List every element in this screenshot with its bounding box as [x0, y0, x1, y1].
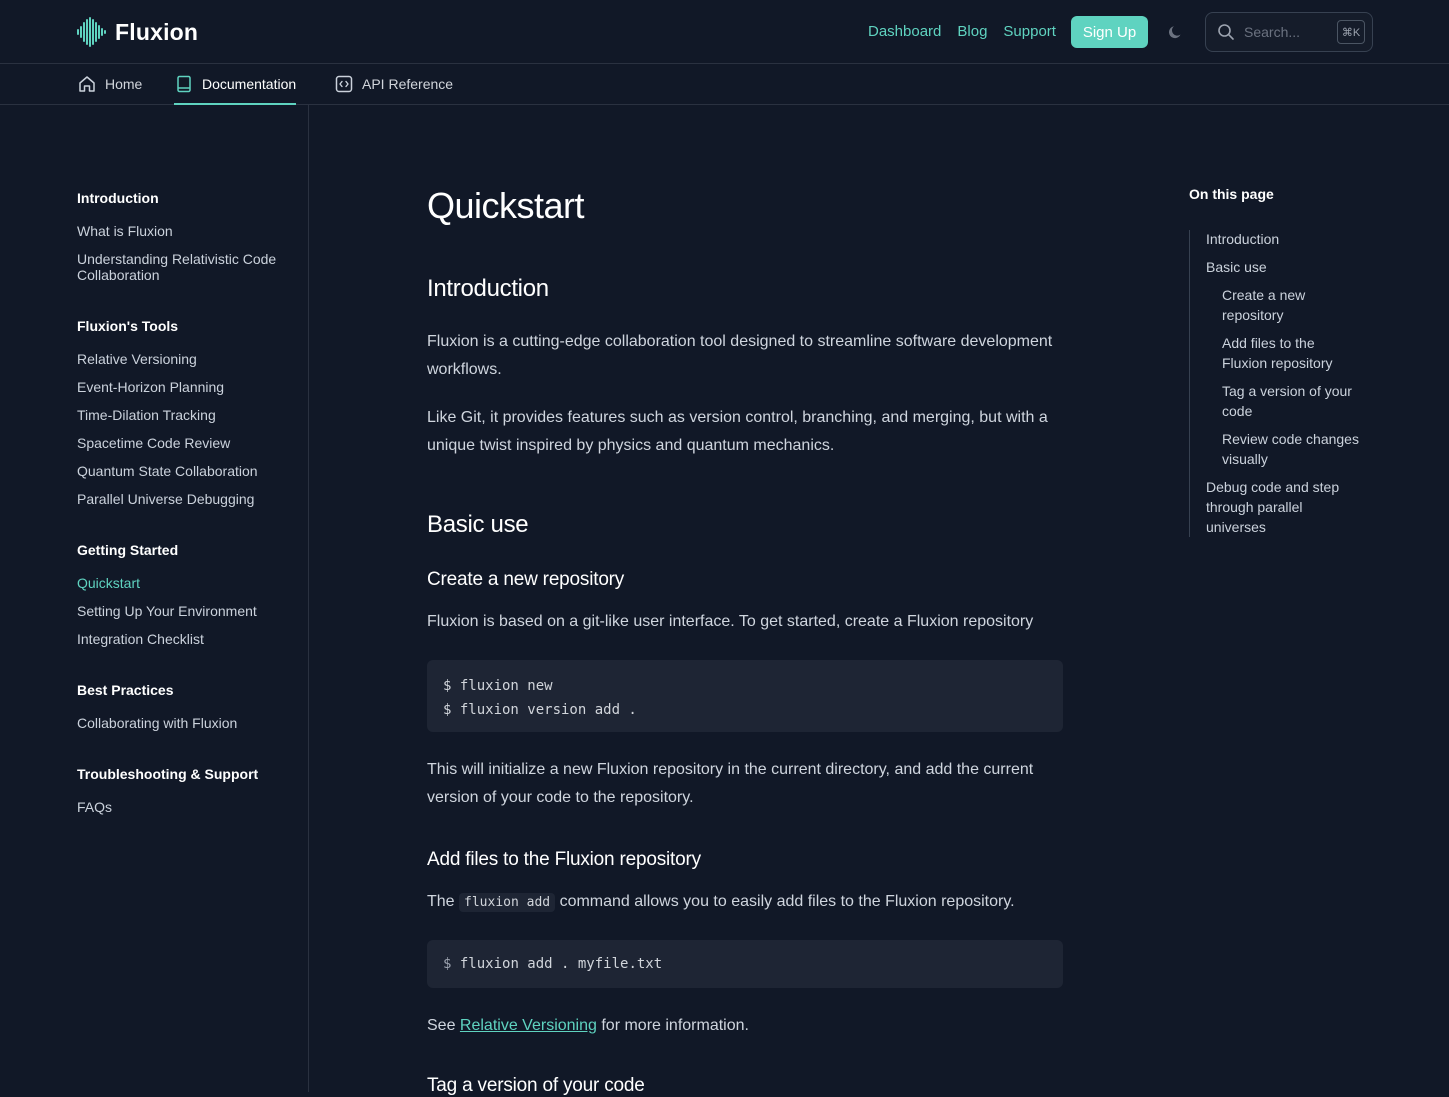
intro-paragraph-1: Fluxion is a cutting-edge collaboration …: [427, 333, 1053, 378]
sign-up-button[interactable]: Sign Up: [1071, 16, 1148, 48]
brand-logo[interactable]: Fluxion: [77, 17, 198, 47]
sidebar-item-understanding-relativistic[interactable]: Understanding Relativistic Code Collabor…: [77, 251, 297, 283]
relative-versioning-link[interactable]: Relative Versioning: [460, 1017, 597, 1034]
sidebar-item-integration-checklist[interactable]: Integration Checklist: [77, 631, 297, 647]
create-paragraph: Fluxion is based on a git-like user inte…: [427, 613, 1034, 630]
home-icon: [79, 76, 95, 92]
heading-create-repository: Create a new repository: [427, 569, 625, 590]
code-icon: [335, 75, 353, 93]
sidebar-item-setting-up-environment[interactable]: Setting Up Your Environment: [77, 603, 297, 619]
sidebar-item-relative-versioning[interactable]: Relative Versioning: [77, 351, 297, 367]
moon-icon: [1168, 26, 1181, 39]
nav-support-link[interactable]: Support: [1003, 22, 1056, 42]
sidebar-item-parallel-universe-debugging[interactable]: Parallel Universe Debugging: [77, 491, 297, 507]
tab-documentation[interactable]: Documentation: [174, 64, 297, 105]
sidebar-item-quickstart[interactable]: Quickstart: [77, 575, 297, 591]
search-placeholder: Search...: [1244, 24, 1301, 40]
section-tabs: Home Documentation API Reference: [0, 64, 1449, 105]
toc-item-tag-version[interactable]: Tag a version of your code: [1222, 381, 1367, 421]
sidebar-item-collaborating-with-fluxion[interactable]: Collaborating with Fluxion: [77, 715, 297, 731]
tab-api-reference-label: API Reference: [362, 76, 454, 92]
sidebar-section-title: Fluxion's Tools: [77, 318, 179, 334]
nav-dashboard-link[interactable]: Dashboard: [868, 22, 941, 42]
sidebar-section-title: Introduction: [77, 190, 159, 206]
add-text-before: The: [427, 893, 455, 910]
add-paragraph: The fluxion add command allows you to ea…: [427, 888, 1067, 917]
add-text-after: command allows you to easily add files t…: [559, 893, 1015, 910]
sidebar-item-what-is-fluxion[interactable]: What is Fluxion: [77, 223, 297, 239]
sidebar-item-quantum-state-collaboration[interactable]: Quantum State Collaboration: [77, 463, 297, 479]
heading-add-files: Add files to the Fluxion repository: [427, 849, 701, 870]
sidebar-item-event-horizon-planning[interactable]: Event-Horizon Planning: [77, 379, 297, 395]
toc-item-add-files[interactable]: Add files to the Fluxion repository: [1222, 333, 1352, 373]
code-prompt: $: [443, 956, 452, 972]
top-nav: Dashboard Blog Support: [868, 22, 1056, 42]
brand-name: Fluxion: [115, 18, 199, 45]
toc-item-introduction[interactable]: Introduction: [1206, 229, 1366, 249]
toc-item-review-changes[interactable]: Review code changes visually: [1222, 429, 1372, 469]
see-text-before: See: [427, 1017, 456, 1034]
see-text-after: for more information.: [601, 1017, 749, 1034]
toc-item-basic-use[interactable]: Basic use: [1206, 257, 1366, 277]
top-header: Fluxion Dashboard Blog Support Sign Up S…: [0, 0, 1449, 64]
create-paragraph-2: This will initialize a new Fluxion repos…: [427, 761, 1034, 806]
tab-api-reference[interactable]: API Reference: [334, 64, 453, 104]
tab-home[interactable]: Home: [77, 64, 142, 104]
code-line: $ fluxion version add .: [443, 702, 637, 718]
code-block-create[interactable]: $ fluxion new $ fluxion version add .: [427, 660, 1063, 732]
sidebar-section-title: Getting Started: [77, 542, 179, 558]
intro-paragraph-2: Like Git, it provides features such as v…: [427, 409, 1048, 454]
book-icon: [177, 75, 191, 93]
toc-item-create-repository[interactable]: Create a new repository: [1222, 285, 1342, 325]
tab-documentation-label: Documentation: [202, 76, 297, 92]
toc-divider: [1189, 230, 1190, 537]
heading-tag-version: Tag a version of your code: [427, 1075, 645, 1096]
see-paragraph: See Relative Versioning for more informa…: [427, 1012, 1067, 1040]
heading-introduction: Introduction: [427, 275, 549, 302]
sidebar-item-faqs[interactable]: FAQs: [77, 799, 297, 815]
code-command: fluxion add . myfile.txt: [459, 956, 663, 972]
toc-title: On this page: [1189, 186, 1274, 202]
code-line: $ fluxion new: [443, 678, 553, 694]
docs-sidebar: Introduction What is Fluxion Understandi…: [0, 105, 309, 1092]
code-block-add[interactable]: $ fluxion add . myfile.txt: [427, 940, 1063, 988]
toc-item-debug-parallel[interactable]: Debug code and step through parallel uni…: [1206, 477, 1356, 537]
sidebar-item-spacetime-code-review[interactable]: Spacetime Code Review: [77, 435, 297, 451]
heading-basic-use: Basic use: [427, 511, 529, 538]
tab-home-label: Home: [105, 76, 143, 92]
sidebar-item-time-dilation-tracking[interactable]: Time-Dilation Tracking: [77, 407, 297, 423]
theme-toggle-button[interactable]: [1166, 22, 1186, 42]
search-shortcut-badge: ⌘K: [1337, 20, 1365, 44]
sidebar-section-title: Best Practices: [77, 682, 174, 698]
page-title: Quickstart: [427, 185, 585, 226]
inline-code-fluxion-add: fluxion add: [459, 893, 556, 912]
nav-blog-link[interactable]: Blog: [957, 22, 987, 42]
search-input[interactable]: Search... ⌘K: [1205, 12, 1373, 52]
sidebar-section-title: Troubleshooting & Support: [77, 766, 259, 782]
search-icon: [1218, 24, 1234, 40]
waveform-logo-icon: [77, 17, 106, 47]
